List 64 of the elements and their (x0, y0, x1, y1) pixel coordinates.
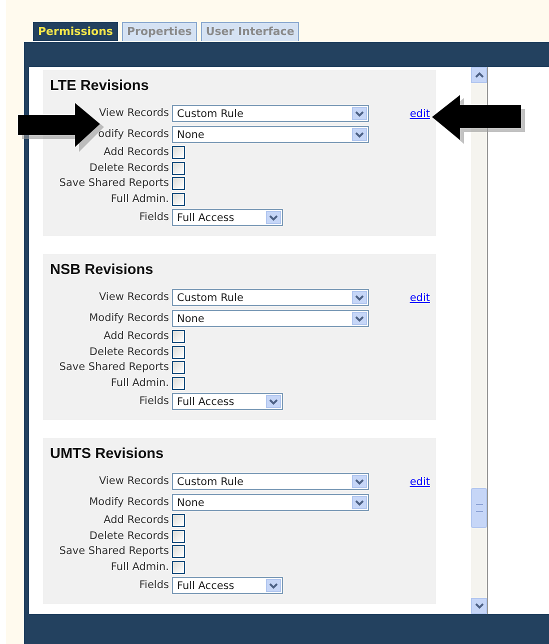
field-label: Save Shared Reports (59, 176, 169, 191)
edit-link[interactable]: edit (410, 292, 430, 304)
caret-icon (355, 132, 364, 138)
scrollbar[interactable] (471, 67, 487, 614)
checkbox[interactable] (172, 146, 185, 160)
field-label: Save Shared Reports (59, 360, 169, 375)
field-label: Delete Records (89, 344, 169, 360)
field-label: Delete Records (89, 528, 169, 544)
checkbox[interactable] (172, 530, 185, 543)
checkbox[interactable] (172, 545, 185, 558)
dropdown[interactable]: None (172, 126, 369, 143)
field-label: Full Admin. (110, 560, 169, 574)
field-label: Add Records (104, 145, 169, 160)
caret-icon (355, 294, 364, 300)
tab[interactable]: Permissions (33, 22, 118, 41)
dropdown[interactable]: Full Access (172, 577, 283, 594)
checkbox[interactable] (172, 361, 185, 374)
section-title: NSB Revisions (49, 262, 154, 280)
field-label: Full Admin. (110, 376, 169, 390)
caret-icon (474, 72, 484, 78)
dropdown[interactable]: Custom Rule (172, 105, 369, 122)
field-label: View Records (98, 290, 169, 305)
field-label: Fields (139, 578, 169, 593)
caret-icon (269, 398, 278, 404)
scroll-up-button[interactable] (471, 67, 487, 83)
edit-link[interactable]: edit (410, 108, 430, 120)
checkbox[interactable] (172, 192, 185, 206)
scroll-thumb[interactable] (471, 488, 487, 528)
field-label: Fields (139, 210, 169, 225)
caret-icon (269, 582, 278, 588)
checkbox[interactable] (172, 177, 185, 190)
caret-icon (355, 316, 364, 322)
field-label: View Records (98, 106, 169, 121)
field-label: Modify Records (89, 494, 169, 510)
dropdown[interactable]: Custom Rule (172, 473, 369, 490)
dropdown[interactable]: Full Access (172, 209, 283, 226)
field-label: odify Records (98, 126, 169, 142)
field-label: Fields (139, 394, 169, 409)
section-title: UMTS Revisions (49, 446, 165, 464)
scroll-down-button[interactable] (471, 598, 487, 614)
field-label: Save Shared Reports (59, 544, 169, 559)
checkbox[interactable] (172, 162, 185, 175)
caret-icon (269, 214, 278, 220)
section-title: LTE Revisions (49, 78, 150, 96)
checkbox[interactable] (172, 514, 185, 528)
field-label: Add Records (104, 513, 169, 528)
field-label: View Records (98, 474, 169, 489)
field-label: Delete Records (89, 160, 169, 176)
checkbox[interactable] (172, 346, 185, 359)
dropdown[interactable]: Full Access (172, 393, 283, 410)
caret-icon (355, 478, 364, 484)
field-label: Modify Records (89, 310, 169, 326)
edit-link[interactable]: edit (410, 476, 430, 488)
dropdown[interactable]: None (172, 494, 369, 511)
dropdown[interactable]: None (172, 310, 369, 327)
caret-icon (355, 500, 364, 506)
checkbox[interactable] (172, 376, 185, 390)
caret-icon (474, 603, 484, 609)
field-label: Full Admin. (110, 192, 169, 206)
field-label: Add Records (104, 329, 169, 344)
dropdown[interactable]: Custom Rule (172, 289, 369, 306)
checkbox[interactable] (172, 560, 185, 574)
checkbox[interactable] (172, 330, 185, 344)
caret-icon (355, 110, 364, 116)
